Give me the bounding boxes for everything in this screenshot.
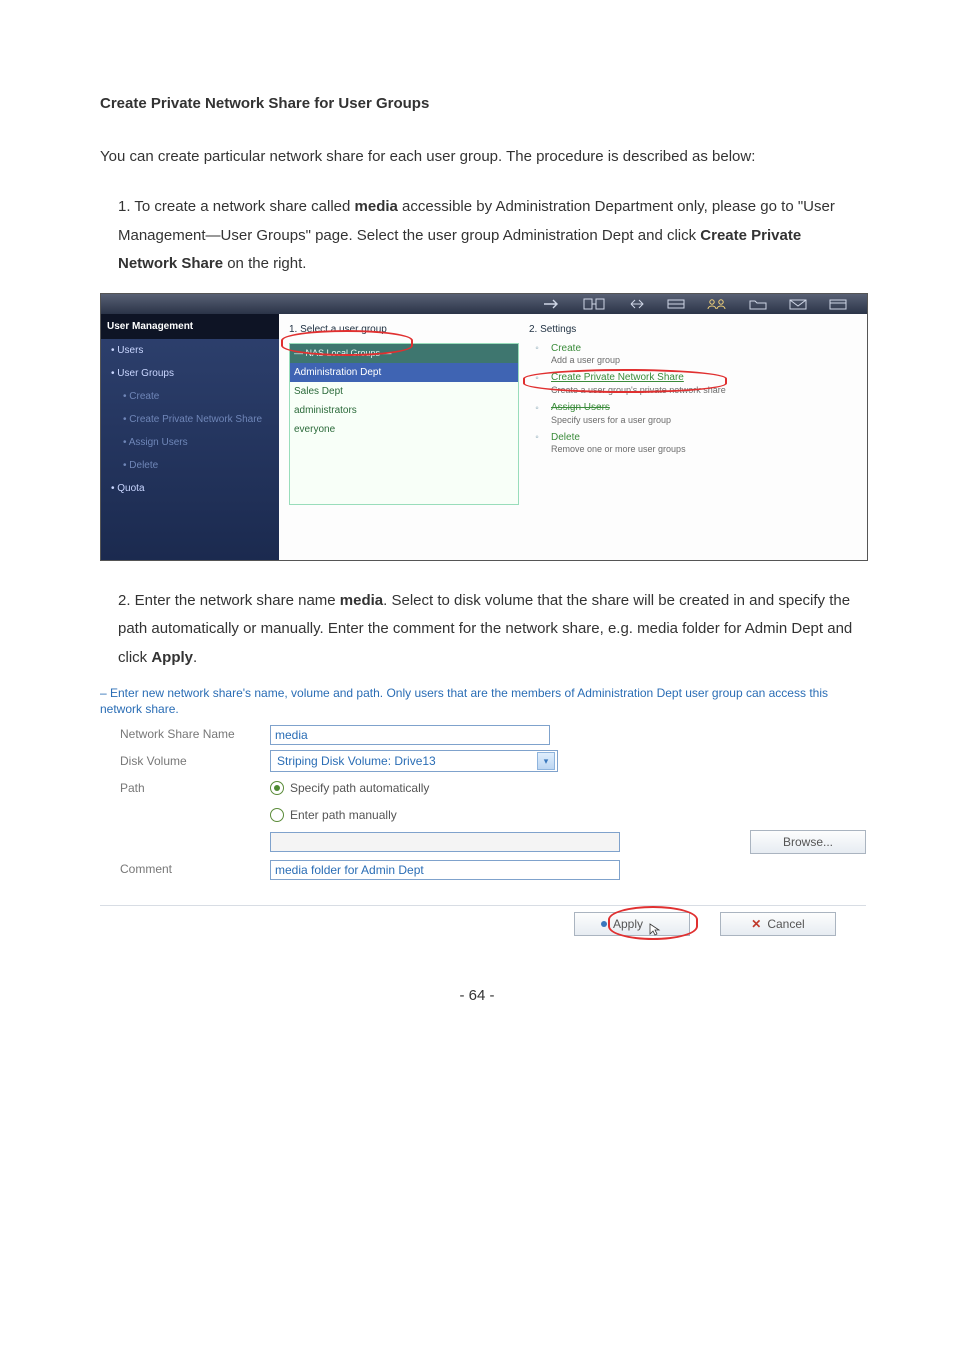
- step-1-label: 1. Select a user group: [289, 320, 519, 339]
- section-heading: Create Private Network Share for User Gr…: [100, 90, 854, 119]
- desc-assign-users: Specify users for a user group: [551, 415, 671, 426]
- step2-media: media: [340, 592, 383, 609]
- folder-icon: [749, 298, 767, 310]
- link-assign-users[interactable]: Assign Users: [551, 402, 671, 415]
- toolbar: [101, 294, 867, 314]
- cancel-button[interactable]: ✕ Cancel: [720, 912, 836, 936]
- screenshot-create-share-form: – Enter new network share's name, volume…: [100, 686, 866, 942]
- radio-path-auto-label: Specify path automatically: [290, 777, 429, 800]
- toolbar-icon: [627, 298, 645, 310]
- step1-lead: 1. To create a network share called: [118, 198, 355, 215]
- desc-cpns: Create a user group's private network sh…: [551, 385, 726, 396]
- close-icon: ✕: [751, 913, 761, 936]
- users-icon: [707, 298, 727, 310]
- step2-lead: 2. Enter the network share name: [118, 592, 340, 609]
- disk-volume-value: Striping Disk Volume: Drive13: [277, 750, 436, 773]
- desc-create-group: Add a user group: [551, 355, 620, 366]
- link-create-private-network-share[interactable]: Create Private Network Share: [551, 372, 726, 385]
- list-item[interactable]: Administration Dept: [290, 363, 518, 382]
- chevron-down-icon: ▾: [537, 752, 555, 770]
- label-share-name: Network Share Name: [100, 723, 270, 746]
- step-2-label: 2. Settings: [529, 320, 857, 339]
- label-comment: Comment: [100, 858, 270, 881]
- radio-path-manual-label: Enter path manually: [290, 804, 397, 827]
- sidebar-item-quota[interactable]: • Quota: [101, 477, 279, 500]
- label-disk-volume: Disk Volume: [100, 750, 270, 773]
- label-path: Path: [100, 777, 270, 800]
- disk-volume-select[interactable]: Striping Disk Volume: Drive13 ▾: [270, 750, 558, 772]
- list-item[interactable]: everyone: [290, 420, 518, 439]
- step1-media: media: [355, 198, 398, 215]
- step1-end: on the right.: [223, 255, 306, 272]
- mail-icon: [789, 298, 807, 310]
- sidebar-sub-assign-users[interactable]: • Assign Users: [101, 431, 279, 454]
- apply-button[interactable]: Apply: [574, 912, 690, 936]
- sidebar-item-user-groups[interactable]: • User Groups: [101, 362, 279, 385]
- form-note: – Enter new network share's name, volume…: [100, 686, 866, 717]
- desc-delete-group: Remove one or more user groups: [551, 444, 686, 455]
- toolbar-icon: [543, 299, 561, 309]
- manual-path-input[interactable]: [270, 832, 620, 852]
- toolbar-icon: [583, 298, 605, 310]
- delete-group-icon: ◦: [529, 432, 545, 444]
- apply-dot-icon: [601, 921, 607, 927]
- cpns-icon: ◦: [529, 372, 545, 384]
- sidebar-sub-create[interactable]: • Create: [101, 385, 279, 408]
- radio-path-auto[interactable]: [270, 781, 284, 795]
- cursor-icon: [649, 923, 663, 937]
- step2-end: .: [193, 649, 197, 666]
- list-item[interactable]: Sales Dept: [290, 382, 518, 401]
- sidebar-sub-cpns[interactable]: • Create Private Network Share: [101, 408, 279, 431]
- create-group-icon: ◦: [529, 343, 545, 355]
- sidebar-header: User Management: [101, 314, 279, 339]
- share-name-input[interactable]: [270, 725, 550, 745]
- link-create-group[interactable]: Create: [551, 343, 620, 356]
- window-icon: [829, 298, 847, 310]
- page-number: - 64 -: [100, 942, 854, 1011]
- list-header: — NAS Local Groups —: [290, 344, 518, 363]
- comment-input[interactable]: [270, 860, 620, 880]
- sidebar-sub-delete[interactable]: • Delete: [101, 454, 279, 477]
- toolbar-icon: [667, 298, 685, 310]
- assign-users-icon: ◦: [529, 402, 545, 414]
- browse-button[interactable]: Browse...: [750, 830, 866, 854]
- sidebar-item-users[interactable]: • Users: [101, 339, 279, 362]
- link-delete-group[interactable]: Delete: [551, 432, 686, 445]
- user-group-list[interactable]: — NAS Local Groups — Administration Dept…: [289, 343, 519, 505]
- intro-paragraph: You can create particular network share …: [100, 143, 854, 172]
- step2-apply: Apply: [151, 649, 193, 666]
- screenshot-user-management: User Management • Users • User Groups • …: [100, 293, 868, 561]
- radio-path-manual[interactable]: [270, 808, 284, 822]
- list-item[interactable]: administrators: [290, 401, 518, 420]
